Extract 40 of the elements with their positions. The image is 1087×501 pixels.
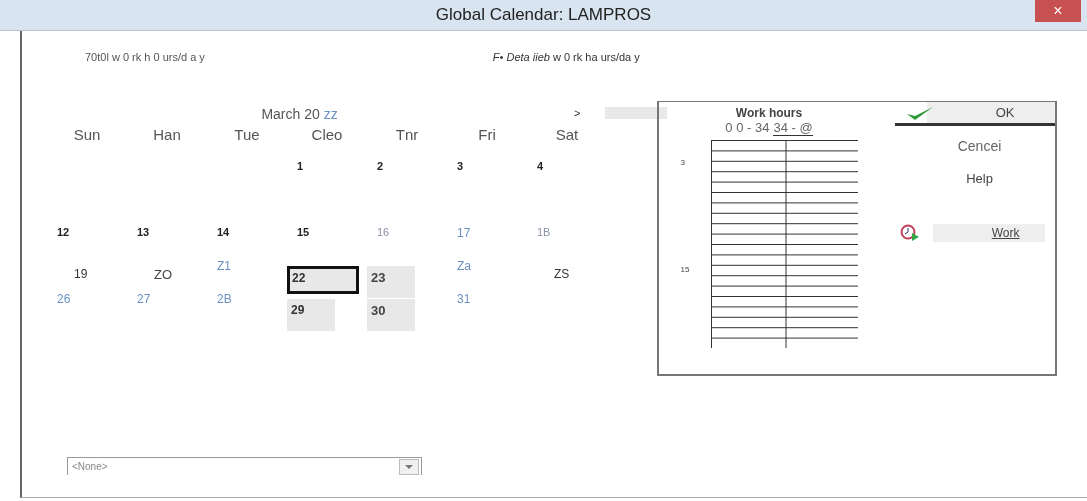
hour-label: 3 <box>680 158 686 167</box>
hours-range: 0 0 - 34 <box>725 120 770 136</box>
next-month-button[interactable]: > <box>572 107 667 119</box>
caret-icon <box>399 458 419 475</box>
calendar-day[interactable]: 12 <box>55 225 72 239</box>
calendar-day[interactable]: ZS <box>552 266 572 292</box>
weekday-label: Cleo <box>310 126 344 145</box>
weekday-label: Sat <box>554 126 580 145</box>
dialog-button[interactable]: Help <box>960 166 999 190</box>
calendar-day[interactable]: 14 <box>215 225 232 239</box>
weekday-label: Tue <box>233 126 261 145</box>
calendar-day[interactable]: 15 <box>295 225 312 239</box>
legend-text: 70t0l w 0 rk h 0 urs/d a y <box>85 51 205 63</box>
calendar-day[interactable]: 19 <box>72 266 90 292</box>
calendar-day[interactable]: 22 <box>287 266 359 294</box>
calendar-day[interactable]: 1 <box>295 159 306 173</box>
weekday-label: Tnr <box>394 126 420 145</box>
calendar-day[interactable]: 13 <box>135 225 152 239</box>
calendar-dropdown[interactable]: <None> <box>67 457 422 475</box>
calendar-day[interactable]: 4 <box>535 159 546 173</box>
calendar-day[interactable]: 26 <box>55 291 73 307</box>
weekday-label: Fri <box>477 126 497 145</box>
work-hours-title: Work hours <box>735 106 803 120</box>
legend-text: F• Deta iieb w 0 rk ha urs/da y <box>492 51 640 63</box>
close-button[interactable]: × <box>1035 0 1081 22</box>
ok-button[interactable]: OK <box>894 102 1055 126</box>
window-title: Global Calendar: LAMPROS <box>435 5 652 25</box>
hours-range: 34 - @ <box>773 120 813 136</box>
month-title: March 20 zz <box>260 106 339 122</box>
hour-label: 15 <box>680 265 691 274</box>
weekday-label: Han <box>152 126 182 145</box>
calendar-day[interactable]: ZO <box>152 266 175 292</box>
calendar-day[interactable]: 30 <box>367 299 415 331</box>
calendar-day[interactable]: 23 <box>367 266 415 298</box>
calendar-day[interactable]: 3 <box>455 159 466 173</box>
calendar-day[interactable]: 2 <box>375 159 386 173</box>
weekday-label: Sun <box>72 126 102 145</box>
calendar-day[interactable]: 31 <box>455 291 473 307</box>
dialog-button[interactable]: Cencei <box>951 134 1008 158</box>
calendar-day[interactable]: 29 <box>287 299 335 331</box>
